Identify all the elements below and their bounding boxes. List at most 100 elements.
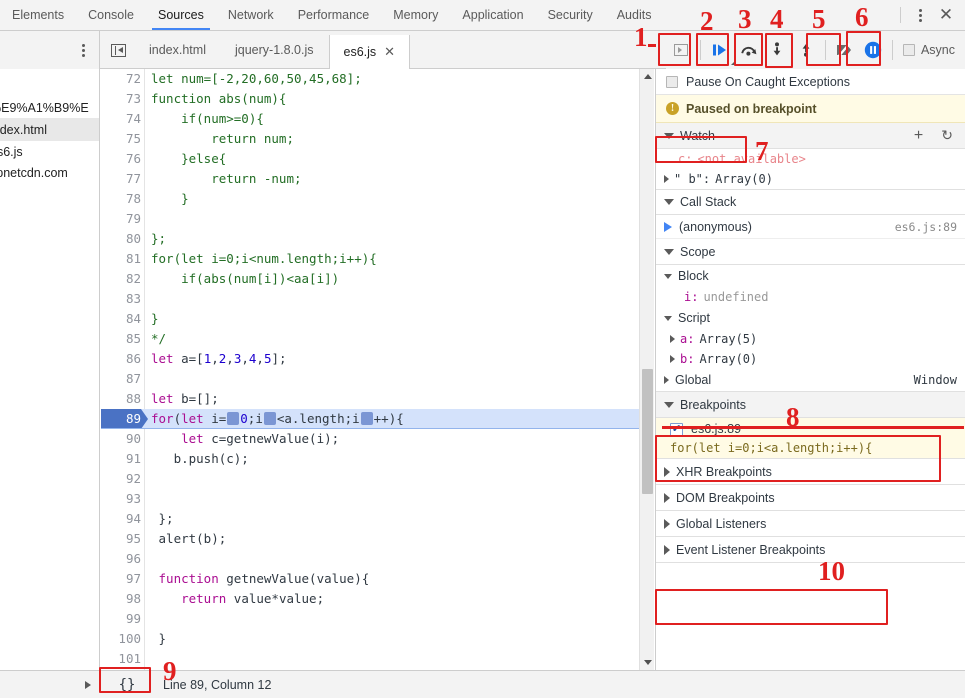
scope-group-twisty-icon[interactable] xyxy=(664,315,672,321)
toggle-navigator-button[interactable] xyxy=(101,31,135,69)
code-line[interactable]: 98 return value*value; xyxy=(101,589,654,609)
scope-variable-twisty-icon[interactable] xyxy=(670,335,675,343)
line-number[interactable]: 75 xyxy=(101,129,141,149)
code-line[interactable]: 85 */ xyxy=(101,329,654,349)
line-number[interactable]: 93 xyxy=(101,489,141,509)
panel-tab-security[interactable]: Security xyxy=(536,0,605,30)
code-line[interactable]: 100 } xyxy=(101,629,654,649)
scope-group-header[interactable]: Global Window xyxy=(656,369,965,391)
watch-entry[interactable]: " b": Array(0) xyxy=(656,169,965,189)
code-line[interactable]: 76 }else{ xyxy=(101,149,654,169)
scope-section-header[interactable]: Scope xyxy=(656,239,965,265)
call-stack-frame[interactable]: (anonymous) es6.js:89 xyxy=(656,215,965,239)
sidebar-section-dom-breakpoints[interactable]: DOM Breakpoints xyxy=(656,485,965,511)
call-stack-twisty-icon[interactable] xyxy=(664,199,674,205)
line-number[interactable]: 87 xyxy=(101,369,141,389)
breakpoints-section-header[interactable]: Breakpoints xyxy=(656,392,965,418)
code-line[interactable]: 92 xyxy=(101,469,654,489)
code-line[interactable]: 78 } xyxy=(101,189,654,209)
code-line[interactable]: 79 xyxy=(101,209,654,229)
watch-section-header[interactable]: Watch + ↻ xyxy=(656,123,965,149)
line-number[interactable]: 94 xyxy=(101,509,141,529)
step-into-button[interactable] xyxy=(763,31,792,69)
navigator-item[interactable]: spnetcdn.com xyxy=(0,162,99,183)
code-line[interactable]: 99 xyxy=(101,609,654,629)
scroll-down-button[interactable] xyxy=(640,655,654,670)
line-number[interactable]: 83 xyxy=(101,289,141,309)
line-number[interactable]: 84 xyxy=(101,309,141,329)
breakpoints-twisty-icon[interactable] xyxy=(664,401,674,408)
line-number[interactable]: 74 xyxy=(101,109,141,129)
line-number[interactable]: 88 xyxy=(101,389,141,409)
step-over-button[interactable] xyxy=(734,31,763,69)
scope-twisty-icon[interactable] xyxy=(664,248,674,255)
open-in-separate-panel-button[interactable] xyxy=(666,44,696,56)
file-tab-jquery-1-8-0-js[interactable]: jquery-1.8.0.js xyxy=(221,31,329,69)
line-number[interactable]: 91 xyxy=(101,449,141,469)
line-number[interactable]: 99 xyxy=(101,609,141,629)
navigator-menu-icon[interactable] xyxy=(82,43,85,57)
pause-on-caught-exceptions-checkbox[interactable] xyxy=(666,75,678,88)
line-number[interactable]: 78 xyxy=(101,189,141,209)
navigator-item[interactable]: es6.js xyxy=(0,141,99,162)
pause-on-exceptions-button[interactable] xyxy=(859,31,888,69)
file-tab-es6-js[interactable]: es6.js ✕ xyxy=(328,35,411,69)
code-line[interactable]: 95 alert(b); xyxy=(101,529,654,549)
panel-tab-performance[interactable]: Performance xyxy=(286,0,382,30)
line-number[interactable]: 101 xyxy=(101,649,141,669)
code-line[interactable]: 90 let c=getnewValue(i); xyxy=(101,429,654,449)
line-number[interactable]: 73 xyxy=(101,89,141,109)
panel-tab-network[interactable]: Network xyxy=(216,0,286,30)
line-number[interactable]: 77 xyxy=(101,169,141,189)
code-lines[interactable]: 72 let num=[-2,20,60,50,45,68]; 73 function… xyxy=(101,69,654,670)
scope-variable-twisty-icon[interactable] xyxy=(670,355,675,363)
scope-group-header[interactable]: Script xyxy=(656,307,965,329)
scroll-up-button[interactable] xyxy=(640,69,654,84)
scope-group-header[interactable]: Block xyxy=(656,265,965,287)
code-line[interactable]: 97 function getnewValue(value){ xyxy=(101,569,654,589)
code-line-highlighted[interactable]: 89 for(let i= 0;i <a.length;i ++){ xyxy=(101,409,654,429)
scope-variable[interactable]: b: Array(0) xyxy=(656,349,965,369)
code-editor[interactable]: 72 let num=[-2,20,60,50,45,68]; 73 function… xyxy=(101,69,654,670)
code-line[interactable]: 87 xyxy=(101,369,654,389)
file-tab-index-html[interactable]: index.html xyxy=(135,31,221,69)
expand-sidebar-button[interactable] xyxy=(75,680,101,689)
line-number[interactable]: 98 xyxy=(101,589,141,609)
watch-entry-twisty-icon[interactable] xyxy=(664,175,669,183)
sidebar-section-xhr-breakpoints[interactable]: XHR Breakpoints xyxy=(656,459,965,485)
code-line[interactable]: 88 let b=[]; xyxy=(101,389,654,409)
line-number[interactable]: 72 xyxy=(101,69,141,89)
line-number[interactable]: 92 xyxy=(101,469,141,489)
code-line[interactable]: 81 for(let i=0;i<num.length;i++){ xyxy=(101,249,654,269)
scope-variable[interactable]: i: undefined xyxy=(656,287,965,307)
line-number[interactable]: 89 xyxy=(101,409,141,429)
code-line[interactable]: 96 xyxy=(101,549,654,569)
step-out-button[interactable] xyxy=(792,31,821,69)
pause-on-caught-exceptions-row[interactable]: Pause On Caught Exceptions xyxy=(656,69,965,95)
line-number[interactable]: 76 xyxy=(101,149,141,169)
resume-script-execution-button[interactable] xyxy=(705,31,735,69)
editor-vertical-scrollbar[interactable] xyxy=(639,69,654,670)
scope-groups[interactable]: Block i: undefined Script a: Array(5) b: Array(… xyxy=(656,265,965,392)
panel-tab-sources[interactable]: Sources xyxy=(146,0,216,30)
code-line[interactable]: 82 if(abs(num[i])<aa[i]) xyxy=(101,269,654,289)
line-number[interactable]: 80 xyxy=(101,229,141,249)
code-line[interactable]: 93 xyxy=(101,489,654,509)
code-line[interactable]: 73 function abs(num){ xyxy=(101,89,654,109)
watch-entry[interactable]: c: <not available> xyxy=(656,149,965,169)
code-line[interactable]: 83 xyxy=(101,289,654,309)
section-twisty-icon[interactable] xyxy=(664,518,670,529)
line-number[interactable]: 86 xyxy=(101,349,141,369)
code-line[interactable]: 77 return -num; xyxy=(101,169,654,189)
refresh-watch-button[interactable]: ↻ xyxy=(941,129,953,143)
call-stack-section-header[interactable]: Call Stack xyxy=(656,189,965,215)
call-stack-frames[interactable]: (anonymous) es6.js:89 xyxy=(656,215,965,239)
deactivate-breakpoints-button[interactable] xyxy=(830,31,859,69)
scope-group-twisty-icon[interactable] xyxy=(664,376,669,384)
panel-tab-application[interactable]: Application xyxy=(450,0,535,30)
code-line[interactable]: 72 let num=[-2,20,60,50,45,68]; xyxy=(101,69,654,89)
line-number[interactable]: 79 xyxy=(101,209,141,229)
code-line[interactable]: 84} xyxy=(101,309,654,329)
code-line[interactable]: 94 }; xyxy=(101,509,654,529)
async-checkbox[interactable] xyxy=(902,44,915,56)
